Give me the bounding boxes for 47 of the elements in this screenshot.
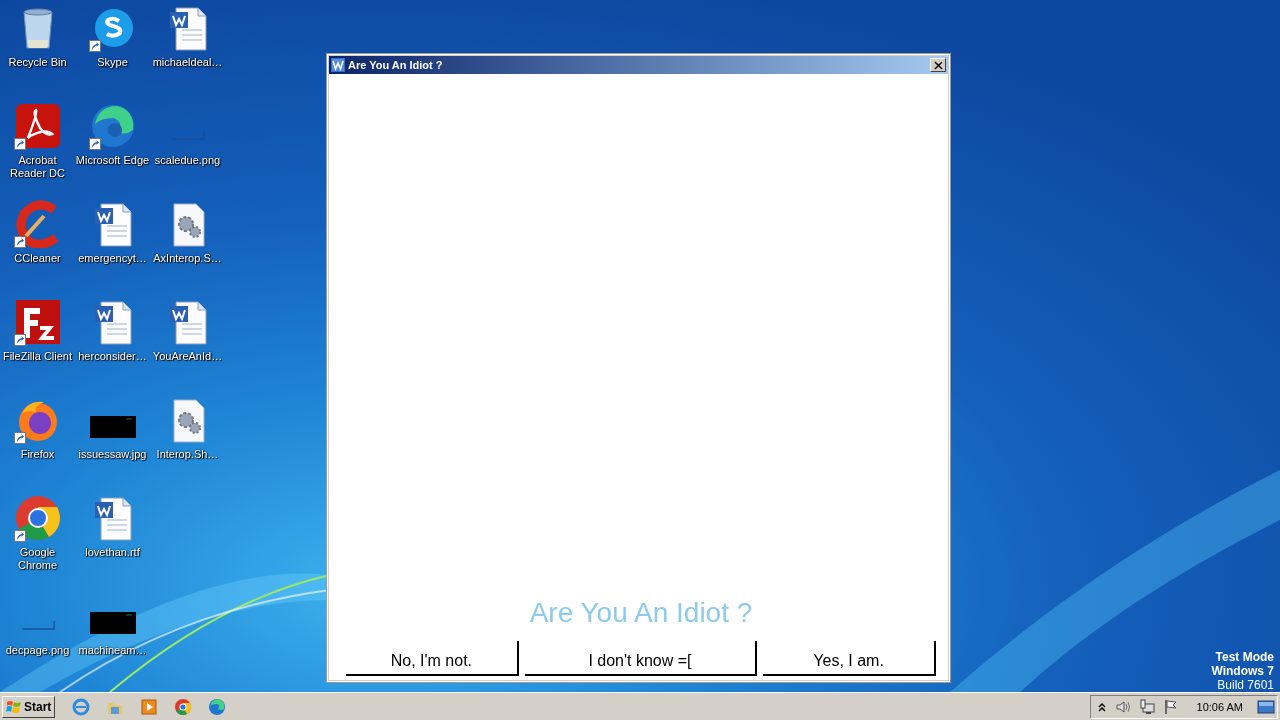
browser-e-icon [72,697,91,716]
system-notice-text: Test Mode [1215,650,1274,664]
flag-icon[interactable] [1162,698,1179,715]
desktop-shortcut[interactable]: emergencyt… [75,200,150,296]
system-notice-text: Windows 7 [1211,664,1274,678]
desktop-shortcut[interactable]: herconsider… [75,298,150,394]
desktop-shortcut[interactable]: lovethan.rtf [75,494,150,590]
desktop-shortcut[interactable]: Acrobat Reader DC [0,102,75,198]
desktop-shortcut[interactable]: YouAreAnId… [150,298,225,394]
desktop-shortcut[interactable]: scaledue.png [150,102,225,198]
desktop-shortcut[interactable]: michaeldeal… [150,4,225,100]
clock-time[interactable]: 10:06 AM [1196,700,1243,713]
start-button[interactable]: Start [2,695,56,718]
desktop-shortcut[interactable]: issuessaw.jpg [75,396,150,492]
pdf-app-icon [13,102,62,150]
show-desktop-icon[interactable] [1257,698,1275,715]
desktop-shortcut[interactable]: Interop.Sh… [150,396,225,492]
desktop-shortcut[interactable]: Google Chrome [0,494,75,590]
app-icon [331,58,345,72]
image-file-icon [20,620,55,630]
dialog-heading: Are You An Idiot ? [528,597,754,630]
desktop-shortcut[interactable]: Recycle Bin [0,4,75,100]
browser-wave-icon [208,697,227,716]
desktop-shortcut[interactable]: FileZilla Client [0,298,75,394]
close-icon [933,60,943,70]
close-button[interactable] [930,58,946,72]
desktop-shortcut[interactable]: decpage.png [0,592,75,688]
desktop-shortcut[interactable]: CCleaner [0,200,75,296]
desktop-shortcut[interactable]: Microsoft Edge [75,102,150,198]
image-file-icon [89,612,136,634]
chevron-up-icon[interactable] [1096,700,1107,713]
desktop-shortcut[interactable]: Skype [75,4,150,100]
browser-circle-icon [174,697,193,716]
answer-button[interactable]: No, I'm not. [346,641,519,676]
image-file-icon [89,416,136,438]
system-notice-text: Build 7601 [1217,678,1274,692]
answer-button[interactable]: I don't know =[ [524,641,758,676]
desktop-shortcut[interactable]: AxInterop.S… [150,200,225,296]
speaker-icon[interactable] [1114,698,1131,715]
desktop-shortcut[interactable]: Firefox [0,396,75,492]
windows-logo-icon [6,698,22,715]
network-icon[interactable] [1138,698,1155,715]
browser-circle-icon [13,494,62,542]
ftp-app-icon [13,298,62,346]
window-title: Are You An Idiot ? [348,59,444,71]
media-player-icon [140,697,159,716]
answer-button[interactable]: Yes, I am. [763,641,936,676]
